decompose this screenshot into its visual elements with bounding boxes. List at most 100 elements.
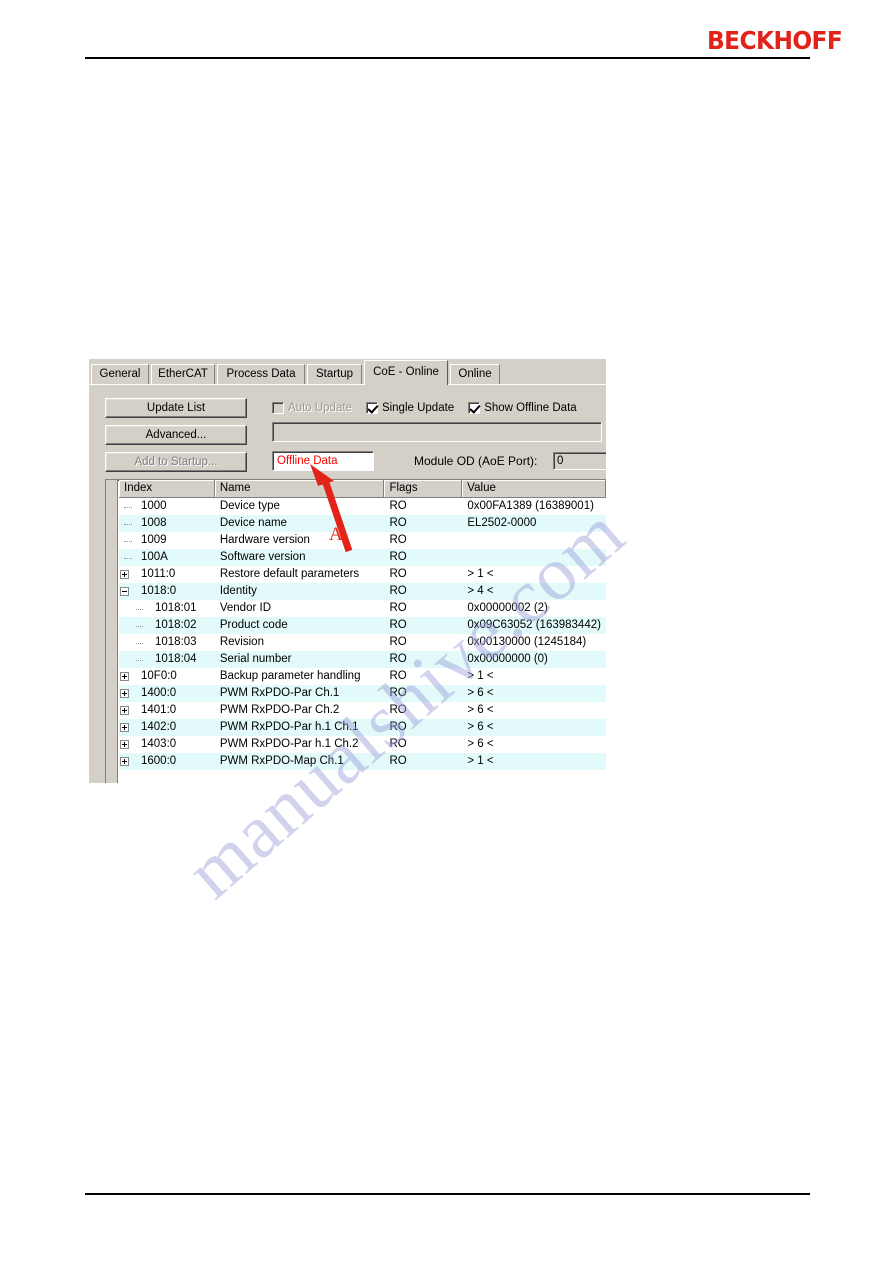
cell-index: 1402:0 [141, 721, 177, 733]
header-rule [85, 57, 810, 59]
expand-icon[interactable] [120, 672, 129, 681]
cell-flags: RO [389, 721, 407, 733]
cell-value: 0x00000000 (0) [467, 653, 548, 665]
table-row[interactable]: 1008 Device name RO EL2502-0000 [119, 515, 606, 532]
column-header-index[interactable]: Index [119, 480, 215, 497]
table-row[interactable]: 1403:0 PWM RxPDO-Par h.1 Ch.2 RO > 6 < [119, 736, 606, 753]
add-to-startup-button[interactable]: Add to Startup... [105, 452, 247, 472]
tab-online[interactable]: Online [450, 364, 500, 384]
table-row[interactable]: 1011:0 Restore default parameters RO > 1 < [119, 566, 606, 583]
cell-index: 1403:0 [141, 738, 177, 750]
status-field: Offline Data [272, 451, 374, 471]
cell-name: Software version [219, 551, 306, 563]
cell-flags: RO [389, 517, 407, 529]
cell-flags: RO [389, 653, 407, 665]
cell-value: 0x00130000 (1245184) [467, 636, 587, 648]
annotation-label-a: A [329, 524, 343, 545]
cell-index: 1008 [141, 517, 167, 529]
cell-flags: RO [389, 704, 407, 716]
tab-ethercat[interactable]: EtherCAT [151, 364, 215, 384]
beckhoff-logo: BECKHOFF [707, 26, 843, 55]
cell-index: 1018:04 [155, 653, 197, 665]
list-body: 1000 Device type RO 0x00FA1389 (16389001) 10… [119, 498, 606, 770]
cell-index: 1018:0 [141, 585, 177, 597]
table-row[interactable]: 10F0:0 Backup parameter handling RO > 1 < [119, 668, 606, 685]
table-row[interactable]: 1018:01 Vendor ID RO 0x00000002 (2) [119, 600, 606, 617]
cell-name: PWM RxPDO-Par Ch.2 [219, 704, 340, 716]
object-dictionary-list[interactable]: Index Name Flags Value 1000 Device type RO 0x0… [105, 479, 606, 783]
cell-flags: RO [389, 755, 407, 767]
table-row[interactable]: 1009 Hardware version RO [119, 532, 606, 549]
expand-icon[interactable] [120, 723, 129, 732]
table-row[interactable]: 1000 Device type RO 0x00FA1389 (16389001) [119, 498, 606, 515]
collapse-icon[interactable] [120, 587, 129, 596]
expand-icon[interactable] [120, 706, 129, 715]
cell-name: Restore default parameters [219, 568, 360, 580]
cell-value: 0x00000002 (2) [467, 602, 548, 614]
expand-icon[interactable] [120, 757, 129, 766]
advanced-button[interactable]: Advanced... [105, 425, 247, 445]
cell-index: 1000 [141, 500, 167, 512]
tab-general[interactable]: General [91, 364, 149, 384]
cell-name: Product code [219, 619, 288, 631]
cell-index: 1018:01 [155, 602, 197, 614]
cell-index: 1600:0 [141, 755, 177, 767]
cell-value: 0x09C63052 (163983442) [467, 619, 601, 631]
table-row[interactable]: 1401:0 PWM RxPDO-Par Ch.2 RO > 6 < [119, 702, 606, 719]
cell-flags: RO [389, 585, 407, 597]
table-row[interactable]: 1402:0 PWM RxPDO-Par h.1 Ch.1 RO > 6 < [119, 719, 606, 736]
cell-value: > 4 < [467, 585, 494, 597]
expand-icon[interactable] [120, 740, 129, 749]
column-header-name[interactable]: Name [215, 480, 385, 497]
table-row[interactable]: 1018:02 Product code RO 0x09C63052 (1639834… [119, 617, 606, 634]
checkbox-show-offline-data[interactable]: Show Offline Data [468, 402, 577, 414]
coe-panel-body: Update List Advanced... Add to Startup..… [89, 386, 606, 783]
checkbox-box[interactable] [468, 402, 481, 414]
cell-flags: RO [389, 636, 407, 648]
checkbox-label: Auto Update [288, 402, 352, 414]
checkbox-auto-update[interactable]: Auto Update [272, 402, 352, 414]
cell-flags: RO [389, 500, 407, 512]
tab-process-data[interactable]: Process Data [217, 364, 305, 384]
cell-name: PWM RxPDO-Map Ch.1 [219, 755, 344, 767]
table-row[interactable]: 1018:0 Identity RO > 4 < [119, 583, 606, 600]
checkbox-box[interactable] [365, 402, 378, 414]
table-row[interactable]: 100A Software version RO [119, 549, 606, 566]
cell-flags: RO [389, 551, 407, 563]
cell-index: 1011:0 [141, 568, 176, 580]
cell-value: EL2502-0000 [467, 517, 537, 529]
cell-index: 1009 [141, 534, 167, 546]
cell-flags: RO [389, 619, 407, 631]
update-list-button[interactable]: Update List [105, 398, 247, 418]
cell-flags: RO [389, 687, 407, 699]
progress-field[interactable] [272, 422, 602, 442]
tab-coe-online[interactable]: CoE - Online [364, 360, 448, 385]
cell-name: Backup parameter handling [219, 670, 361, 682]
cell-value [462, 532, 606, 549]
cell-flags: RO [389, 670, 407, 682]
checkbox-box[interactable] [272, 402, 284, 414]
cell-flags: RO [389, 738, 407, 750]
expand-icon[interactable] [120, 689, 129, 698]
checkbox-single-update[interactable]: Single Update [365, 402, 454, 414]
footer-rule [85, 1193, 810, 1195]
cell-name: Serial number [219, 653, 292, 665]
table-row[interactable]: 1400:0 PWM RxPDO-Par Ch.1 RO > 6 < [119, 685, 606, 702]
coe-online-dialog: General EtherCAT Process Data Startup CoE - … [89, 359, 606, 783]
tree-gutter [106, 480, 118, 783]
expand-icon[interactable] [120, 570, 129, 579]
column-header-value[interactable]: Value [462, 480, 606, 497]
module-od-label: Module OD (AoE Port): [414, 454, 538, 468]
table-row[interactable]: 1600:0 PWM RxPDO-Map Ch.1 RO > 1 < [119, 753, 606, 770]
table-row[interactable]: 1018:04 Serial number RO 0x00000000 (0) [119, 651, 606, 668]
aoe-port-input[interactable]: 0 [553, 452, 606, 470]
cell-value [462, 549, 606, 566]
tab-startup[interactable]: Startup [307, 364, 362, 384]
column-header-flags[interactable]: Flags [384, 480, 463, 497]
cell-value: > 1 < [467, 755, 494, 767]
cell-name: Device type [219, 500, 280, 512]
document-page: BECKHOFF General EtherCAT Process Data Star… [0, 0, 893, 1263]
list-header-row: Index Name Flags Value [119, 480, 606, 498]
table-row[interactable]: 1018:03 Revision RO 0x00130000 (1245184) [119, 634, 606, 651]
cell-index: 10F0:0 [141, 670, 177, 682]
